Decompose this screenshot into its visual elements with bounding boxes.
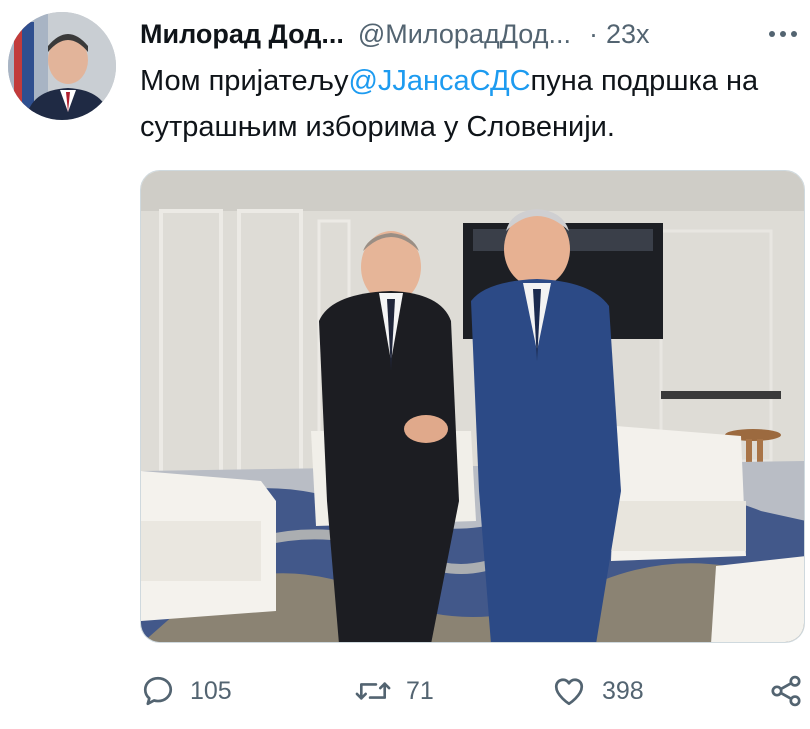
- retweet-icon: [355, 682, 391, 700]
- avatar-photo: [8, 12, 116, 120]
- tweet-actions: 105 71 398: [140, 668, 810, 714]
- tweet[interactable]: Милорад Дод... @МилорадДод... · 23х Мом …: [0, 0, 810, 729]
- like-button[interactable]: 398: [550, 668, 644, 714]
- timestamp[interactable]: 23х: [606, 14, 650, 54]
- like-icon: [554, 678, 584, 706]
- tweet-text: Мом пријатељу@JJансаСДСпуна подршка на с…: [140, 58, 800, 150]
- separator-dot: ·: [589, 19, 598, 49]
- more-button[interactable]: [769, 14, 797, 54]
- share-button[interactable]: [768, 668, 804, 714]
- display-name[interactable]: Милорад Дод...: [140, 14, 344, 54]
- like-count: 398: [602, 676, 644, 705]
- retweet-count: 71: [406, 676, 434, 705]
- reply-button[interactable]: 105: [140, 668, 232, 714]
- photo-handshake: [141, 171, 804, 642]
- retweet-button[interactable]: 71: [354, 668, 434, 714]
- mention-link[interactable]: @JJансаСДС: [348, 65, 530, 97]
- reply-count: 105: [190, 676, 232, 705]
- reply-icon: [143, 676, 173, 706]
- user-handle[interactable]: @МилорадДод...: [358, 14, 571, 54]
- more-icon: [769, 31, 775, 37]
- tweet-photo[interactable]: [140, 170, 805, 643]
- tweet-header: Милорад Дод... @МилорадДод... · 23х: [140, 14, 805, 54]
- share-icon: [771, 675, 801, 707]
- tweet-text-start: Мом пријатељу: [140, 65, 349, 97]
- avatar[interactable]: [8, 12, 116, 120]
